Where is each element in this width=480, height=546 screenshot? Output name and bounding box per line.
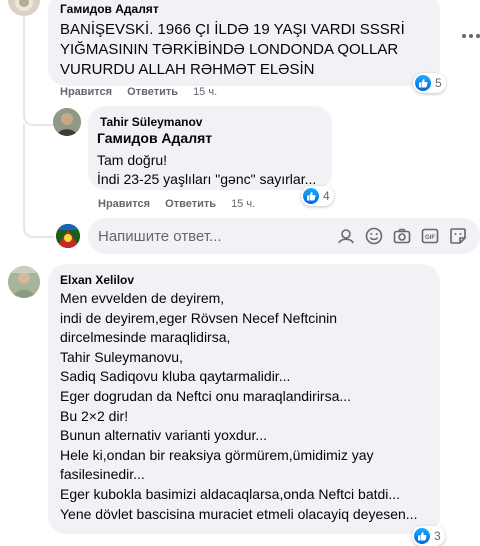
reply-bubble: Tahir Süleymanov Гамидов Адалят Tam doğr… [88,106,332,190]
comment-text: BANİŞEVSKİ. 1966 ÇI İLDƏ 19 YAŞI VARDI S… [60,21,405,78]
avatar[interactable] [53,108,81,136]
reply-button[interactable]: Ответить [165,198,216,210]
avatar[interactable] [8,0,40,16]
comment-bubble: Гамидов Адалят BANİŞEVSKİ. 1966 ÇI İLDƏ … [48,0,440,86]
thread-line [23,200,55,238]
reaction-count-text: 4 [323,189,330,203]
comment-timestamp[interactable]: 15 ч. [193,86,217,98]
reply-author[interactable]: Tahir Süleymanov [100,115,202,129]
avatar[interactable] [8,266,40,298]
comment-author[interactable]: Elxan Xelilov [60,273,134,287]
reaction-count-text: 5 [435,76,442,90]
like-button[interactable]: Нравится [98,198,150,210]
reply-mention[interactable]: Гамидов Адалят [97,130,212,146]
comment-actions: Нравится Ответить 15 ч. [60,86,229,98]
reply-input[interactable]: Напишите ответ... GIF [88,218,480,254]
comment-bubble: Elxan Xelilov Men evvelden de deyirem, i… [48,264,440,534]
reply-input-placeholder[interactable]: Напишите ответ... [98,228,336,245]
more-options-icon[interactable] [462,34,480,38]
avatar-sticker-icon[interactable] [336,226,356,246]
like-button[interactable]: Нравится [60,86,112,98]
comment-text: Men evvelden de deyirem, indi de deyirem… [60,290,418,522]
camera-icon[interactable] [392,226,412,246]
svg-text:GIF: GIF [425,235,435,241]
emoji-icon[interactable] [364,226,384,246]
like-reaction-icon [303,188,319,204]
reply-timestamp[interactable]: 15 ч. [231,198,255,210]
like-reaction-icon [415,75,431,91]
reaction-count[interactable]: 4 [301,186,334,206]
thread-line [23,16,53,126]
sticker-icon[interactable] [448,226,468,246]
reply-actions: Нравится Ответить 15 ч. [98,198,267,210]
reaction-count[interactable]: 5 [413,73,446,93]
gif-icon[interactable]: GIF [420,226,440,246]
comment-author[interactable]: Гамидов Адалят [60,2,159,16]
reaction-count-text: 3 [434,529,441,543]
reaction-count[interactable]: 3 [412,526,445,546]
reply-text: Tam doğru! İndi 23-25 yaşlıları "gənc" s… [97,152,317,187]
reply-button[interactable]: Ответить [127,86,178,98]
current-user-avatar[interactable] [56,224,80,248]
